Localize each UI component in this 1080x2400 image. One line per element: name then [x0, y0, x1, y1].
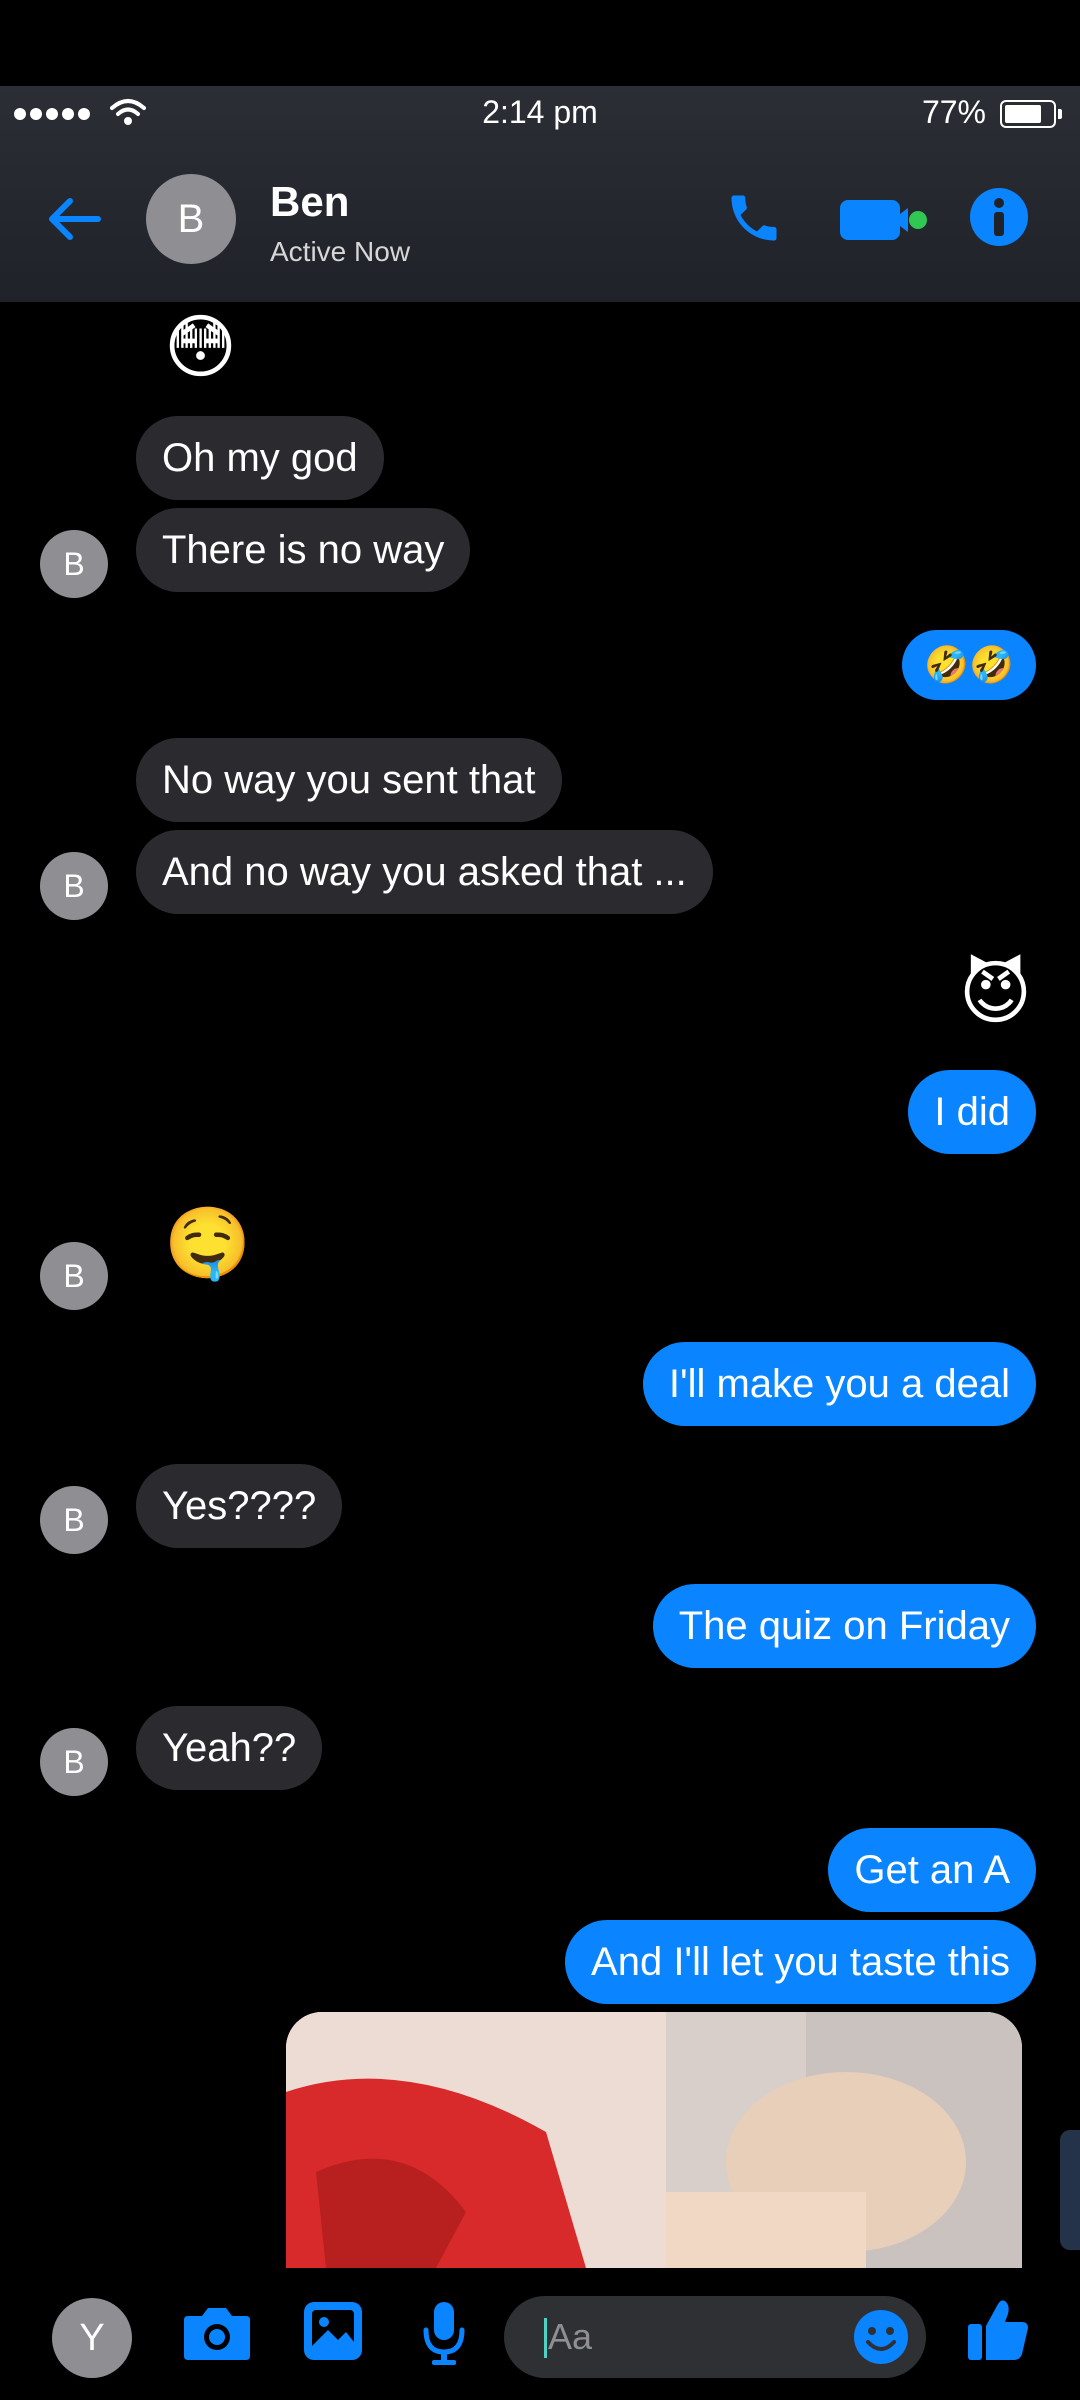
message-list[interactable]: 😳 Oh my god There is no way B 🤣🤣 No way …: [0, 302, 1080, 2268]
incoming-message[interactable]: Yes????: [136, 1464, 343, 1548]
sender-avatar[interactable]: B: [40, 852, 108, 920]
outgoing-message[interactable]: Get an A: [828, 1828, 1036, 1912]
outgoing-message[interactable]: The quiz on Friday: [652, 1584, 1036, 1668]
battery-percent: 77%: [921, 94, 986, 130]
contact-name[interactable]: Ben: [270, 178, 349, 226]
sender-avatar[interactable]: B: [40, 1728, 108, 1796]
status-time: 2:14 pm: [482, 94, 598, 130]
top-strip: [0, 0, 1080, 86]
message-input[interactable]: Aa: [504, 2296, 926, 2378]
thumbs-up-icon[interactable]: [966, 2296, 1030, 2364]
image-placeholder: [286, 2012, 1022, 2268]
battery-icon: [1000, 100, 1062, 128]
emoji-icon[interactable]: [852, 2308, 910, 2366]
message-emoji: 🤤: [164, 1204, 252, 1282]
contact-avatar[interactable]: B: [146, 174, 236, 264]
scroll-indicator[interactable]: [1060, 2130, 1080, 2250]
outgoing-message[interactable]: 🤣🤣: [902, 630, 1036, 700]
message-emoji: 😳: [164, 308, 237, 386]
incoming-message[interactable]: Yeah??: [136, 1706, 323, 1790]
video-icon[interactable]: [838, 196, 930, 244]
camera-icon[interactable]: [182, 2302, 252, 2362]
sender-avatar[interactable]: B: [40, 530, 108, 598]
outgoing-message[interactable]: And I'll let you taste this: [565, 1920, 1036, 2004]
image-icon[interactable]: [300, 2298, 366, 2364]
status-bar: 2:14 pm 77%: [0, 86, 1080, 146]
message-emoji: 😈: [959, 954, 1032, 1032]
incoming-message[interactable]: Oh my god: [136, 416, 384, 500]
text-caret: [544, 2318, 547, 2358]
info-icon[interactable]: [968, 186, 1030, 248]
incoming-message[interactable]: There is no way: [136, 508, 471, 592]
outgoing-message[interactable]: I'll make you a deal: [642, 1342, 1036, 1426]
sender-avatar[interactable]: B: [40, 1242, 108, 1310]
back-arrow-icon[interactable]: [44, 196, 102, 242]
image-attachment[interactable]: [286, 2012, 1022, 2268]
message-input-placeholder: Aa: [548, 2316, 593, 2357]
incoming-message[interactable]: No way you sent that: [136, 738, 562, 822]
contact-status: Active Now: [270, 236, 411, 267]
phone-icon[interactable]: [724, 188, 784, 248]
self-avatar[interactable]: Y: [52, 2298, 132, 2378]
outgoing-message[interactable]: I did: [908, 1070, 1036, 1154]
sender-avatar[interactable]: B: [40, 1486, 108, 1554]
microphone-icon[interactable]: [418, 2298, 470, 2368]
incoming-message[interactable]: And no way you asked that ...: [136, 830, 713, 914]
